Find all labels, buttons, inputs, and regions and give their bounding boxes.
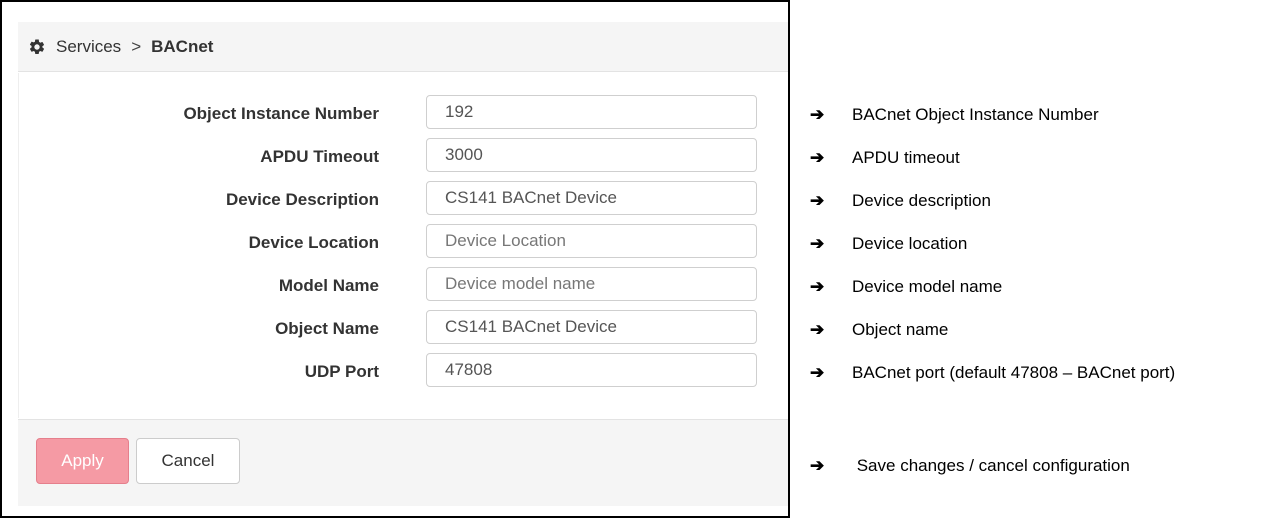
cancel-button[interactable]: Cancel — [136, 438, 240, 484]
annotation-text: APDU timeout — [852, 148, 960, 167]
udp-port-input[interactable] — [426, 353, 757, 387]
field-row-apdu-timeout: APDU Timeout — [19, 138, 789, 174]
right-arrow-icon: ➔ — [810, 105, 825, 124]
apdu-timeout-input[interactable] — [426, 138, 757, 172]
gear-icon — [28, 38, 46, 56]
annotation-text: BACnet port (default 47808 – BACnet port… — [852, 363, 1176, 382]
field-row-object-instance-number: Object Instance Number — [19, 95, 789, 131]
annotation-object-name: ➔ Object name — [810, 318, 948, 342]
annotation-text: Save changes / cancel configuration — [852, 456, 1130, 475]
object-instance-number-input[interactable] — [426, 95, 757, 129]
field-row-device-location: Device Location — [19, 224, 789, 260]
right-arrow-icon: ➔ — [810, 363, 825, 382]
right-arrow-icon: ➔ — [810, 148, 825, 167]
annotation-text: Device description — [852, 191, 991, 210]
annotation-model-name: ➔ Device model name — [810, 275, 1002, 299]
device-location-input[interactable] — [426, 224, 757, 258]
field-row-object-name: Object Name — [19, 310, 789, 346]
apdu-timeout-label: APDU Timeout — [260, 147, 379, 166]
breadcrumb-parent[interactable]: Services — [56, 37, 121, 57]
annotation-apply-cancel: ➔ Save changes / cancel configuration — [810, 454, 1130, 478]
breadcrumb-separator: > — [131, 36, 142, 56]
breadcrumb: Services > BACnet — [18, 22, 788, 72]
object-name-input[interactable] — [426, 310, 757, 344]
device-description-label: Device Description — [225, 190, 379, 209]
object-instance-number-label: Object Instance Number — [183, 104, 379, 123]
field-row-device-description: Device Description — [19, 181, 789, 217]
annotation-object-instance-number: ➔ BACnet Object Instance Number — [810, 103, 1099, 127]
right-arrow-icon: ➔ — [810, 234, 825, 253]
right-arrow-icon: ➔ — [810, 456, 825, 475]
object-name-label: Object Name — [275, 319, 379, 338]
field-row-udp-port: UDP Port — [19, 353, 789, 389]
field-row-model-name: Model Name — [19, 267, 789, 303]
screenshot-frame: Services > BACnet Object Instance Number… — [0, 0, 790, 518]
device-location-label: Device Location — [248, 233, 379, 252]
model-name-label: Model Name — [278, 276, 379, 295]
annotation-text: Device location — [852, 234, 968, 253]
apply-button[interactable]: Apply — [36, 438, 129, 484]
annotation-apdu-timeout: ➔ APDU timeout — [810, 146, 960, 170]
model-name-input[interactable] — [426, 267, 757, 301]
device-description-input[interactable] — [426, 181, 757, 215]
right-arrow-icon: ➔ — [810, 320, 825, 339]
annotation-text: Object name — [852, 320, 949, 339]
annotation-text: BACnet Object Instance Number — [852, 105, 1099, 124]
right-arrow-icon: ➔ — [810, 191, 825, 210]
form-footer: Apply Cancel — [18, 419, 788, 506]
bacnet-form: Object Instance Number APDU Timeout Devi… — [18, 73, 788, 418]
annotation-text: Device model name — [852, 277, 1003, 296]
annotation-device-description: ➔ Device description — [810, 189, 991, 213]
annotation-udp-port: ➔ BACnet port (default 47808 – BACnet po… — [810, 361, 1175, 385]
breadcrumb-current: BACnet — [151, 36, 214, 56]
annotation-device-location: ➔ Device location — [810, 232, 967, 256]
udp-port-label: UDP Port — [304, 362, 379, 381]
right-arrow-icon: ➔ — [810, 277, 825, 296]
